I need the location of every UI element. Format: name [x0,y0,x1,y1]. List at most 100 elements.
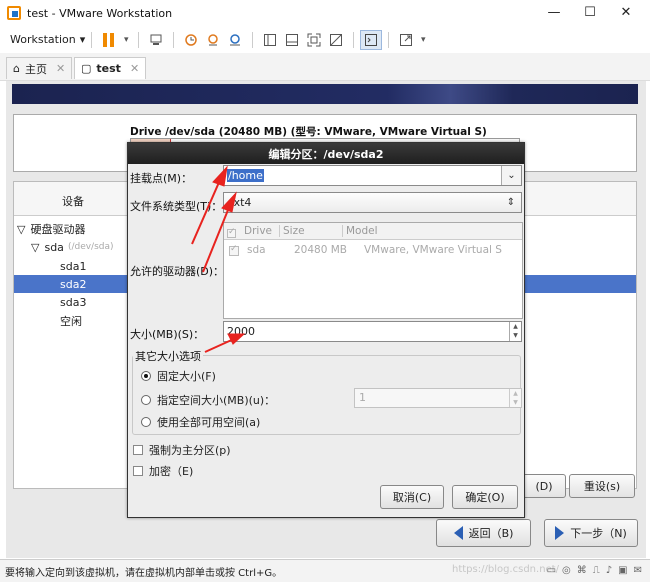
mount-point-combo[interactable]: /home ⌄ [223,165,522,186]
chevron-down-icon[interactable]: ▾ [417,30,429,50]
other-size-options: 固定大小(F) 指定空间大小(MB)(u)： 1 ▲ ▼ 使用全部可用空间(a) [132,355,522,435]
checkbox-icon[interactable] [133,466,143,476]
window-title: test - VMware Workstation [27,6,173,20]
vm-icon: ▢ [81,62,92,75]
device-path: (/dev/sda) [67,242,114,252]
toolbar-divider [252,31,254,48]
close-icon[interactable]: ✕ [56,62,65,75]
tree-item-label: sda [44,240,64,254]
table-header: Drive Size Model [224,223,522,240]
tab-label: test [96,62,121,75]
size-spinbox[interactable]: 2000 ▲ ▼ [223,321,522,342]
allowed-drives-table[interactable]: Drive Size Model sda 20480 MB VMware, VM… [223,222,523,319]
arrow-left-icon [453,526,463,540]
tab-home[interactable]: ⌂ 主页 ✕ [6,57,73,79]
column-header-drive: Drive [244,225,272,237]
send-keys-icon[interactable] [145,30,167,50]
encrypt-checkbox[interactable]: 加密（E) [133,463,193,479]
toolbar-divider [91,31,93,48]
edit-partition-dialog: 编辑分区：/dev/sda2 挂载点(M)： /home ⌄ 文件系统类型(T)… [127,142,525,518]
checkbox-icon[interactable] [133,445,143,455]
drive-size: 20480 MB [294,244,348,256]
chevron-down-icon: ▾ [79,33,86,46]
toolbar-divider [388,31,390,48]
status-bar: 要将输入定向到该虚拟机，请在虚拟机内部单击或按 Ctrl+G。 https://… [0,559,650,582]
table-row[interactable]: sda 20480 MB VMware, VMware Virtual S [224,243,522,259]
thumbnail-view-icon[interactable] [281,30,303,50]
expander-icon[interactable]: ▽ [31,241,39,254]
display-icon[interactable]: ▣ [618,565,627,576]
tree-item-label: 硬盘驱动器 [30,223,86,236]
next-button[interactable]: 下一步（N) [544,519,638,547]
workstation-menu-label: Workstation [10,33,76,46]
toolbar-divider [173,31,175,48]
network-icon[interactable]: ⌘ [577,565,587,576]
chevron-down-icon[interactable]: ▾ [120,30,132,50]
sound-icon[interactable]: ♪ [606,565,612,576]
tree-item-label: sda3 [60,295,87,309]
option-label: 固定大小(F) [157,370,216,383]
status-text: 要将输入定向到该虚拟机，请在虚拟机内部单击或按 Ctrl+G。 [5,567,283,579]
tab-test[interactable]: ▢ test ✕ [74,57,147,79]
reset-button[interactable]: 重设(s) [569,474,635,498]
option-fill-all[interactable]: 使用全部可用空间(a) [141,414,260,430]
force-primary-checkbox[interactable]: 强制为主分区(p) [133,442,231,458]
checkbox-label: 加密（E) [149,465,194,478]
close-icon[interactable]: ✕ [130,62,139,75]
drive-checkbox[interactable] [229,244,239,256]
unity-icon[interactable] [325,30,347,50]
close-button[interactable]: ✕ [609,2,643,22]
filesystem-type-select[interactable]: ext4 ⇕ [223,192,522,213]
device-column-header: 设备 [62,195,84,208]
maximize-button[interactable]: ☐ [573,2,607,22]
console-view-icon[interactable] [360,29,383,50]
fullscreen-icon[interactable] [303,30,325,50]
spinner-arrows-icon[interactable]: ▲ ▼ [509,322,521,341]
up-to-size-value: 1 [359,391,366,404]
dialog-title: 编辑分区：/dev/sda2 [128,143,524,164]
device-status-icons: ▭ ◎ ⌘ ⎍ ♪ ▣ ✉ [547,565,642,576]
toolbar: Workstation ▾ ▾ ▾ [0,26,650,53]
snapshot-manager-icon[interactable] [224,30,246,50]
sidebar-view-icon[interactable] [259,30,281,50]
radio-selected-icon[interactable] [141,371,151,381]
option-label: 使用全部可用空间(a) [157,416,261,429]
snapshot-icon[interactable] [180,30,202,50]
size-value: 2000 [227,325,255,338]
option-up-to-size[interactable]: 指定空间大小(MB)(u)： [141,392,275,408]
cd-rom-icon[interactable]: ◎ [562,565,571,576]
chevron-down-icon[interactable]: ⌄ [501,166,521,185]
usb-icon[interactable]: ⎍ [593,565,600,576]
ok-button[interactable]: 确定(O) [452,485,518,509]
back-button[interactable]: 返回（B) [436,519,531,547]
delete-button[interactable]: (D) [522,474,566,498]
spinner-arrows-icon: ▲ ▼ [509,389,521,407]
arrow-right-icon [555,526,565,540]
minimize-button[interactable]: — [537,2,571,22]
header-checkbox [227,225,236,238]
tree-item-label: sda1 [60,259,87,273]
mount-point-label: 挂载点(M)： [130,172,193,185]
pause-button[interactable] [98,30,120,50]
column-header-model: Model [342,225,378,237]
hard-disk-icon[interactable]: ▭ [547,565,556,576]
radio-icon[interactable] [141,395,151,405]
checkbox-label: 强制为主分区(p) [149,444,231,457]
cancel-button[interactable]: 取消(C) [380,485,444,509]
tree-item-label: 空闲 [60,315,82,328]
next-button-label: 下一步（N) [570,527,627,540]
updown-icon: ⇕ [506,197,516,208]
toolbar-divider [353,31,355,48]
stretch-guest-icon[interactable] [395,30,417,50]
vmware-app-icon [7,6,21,20]
expander-icon[interactable]: ▽ [17,223,25,236]
watermark-text: https://blog.csdn.net/ [452,564,559,575]
drive-name: sda [247,244,266,256]
radio-icon[interactable] [141,417,151,427]
option-label: 指定空间大小(MB)(u)： [157,394,276,407]
revert-snapshot-icon[interactable] [202,30,224,50]
option-fixed-size[interactable]: 固定大小(F) [141,368,216,384]
filesystem-type-value: ext4 [227,196,252,209]
workstation-menu[interactable]: Workstation ▾ [10,33,85,46]
message-icon[interactable]: ✉ [634,565,642,576]
